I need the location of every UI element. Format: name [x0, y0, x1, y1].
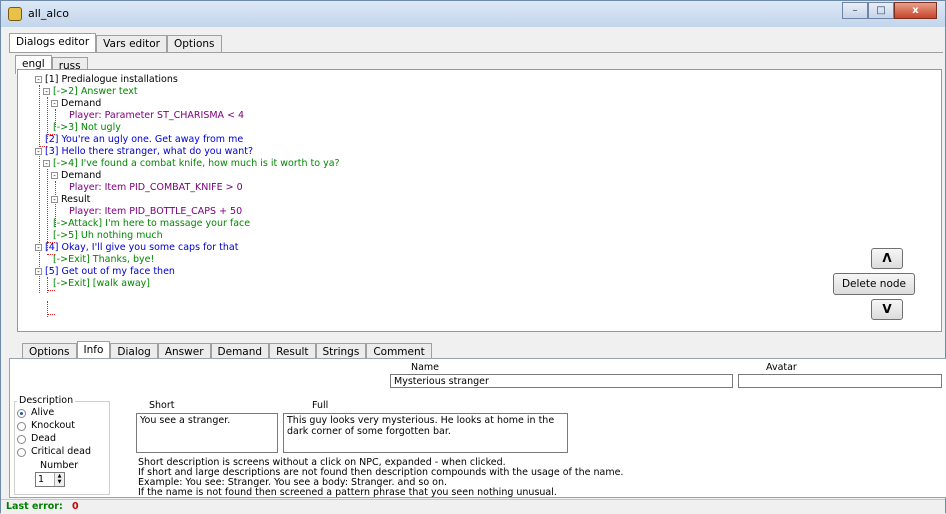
- radio-knockout-label: Knockout: [31, 420, 76, 431]
- tree-node[interactable]: [->Attack] I'm here to massage your face: [53, 218, 250, 230]
- tab-options[interactable]: Options: [166, 35, 222, 52]
- short-description-field[interactable]: You see a stranger.: [136, 413, 278, 453]
- full-description-field[interactable]: This guy looks very mysterious. He looks…: [283, 413, 568, 453]
- tree-node[interactable]: Result: [61, 194, 90, 206]
- radio-alive-label: Alive: [31, 407, 55, 418]
- name-label: Name: [411, 362, 440, 373]
- maximize-button[interactable]: □: [868, 2, 894, 19]
- delete-node-button[interactable]: Delete node: [833, 273, 915, 295]
- avatar-label: Avatar: [766, 362, 797, 373]
- close-button[interactable]: x: [894, 2, 937, 19]
- radio-alive[interactable]: [17, 409, 26, 418]
- short-label: Short: [149, 400, 175, 411]
- tab-dialogs-editor[interactable]: Dialogs editor: [9, 33, 97, 52]
- main-window: all_alco – □ x Dialogs editor Vars edito…: [0, 0, 946, 514]
- tree-expander-icon[interactable]: -: [35, 244, 42, 252]
- move-down-button[interactable]: V: [871, 299, 903, 320]
- tree-expander-icon[interactable]: -: [43, 88, 50, 96]
- radio-critical-dead-label: Critical dead: [31, 446, 91, 457]
- tree-node[interactable]: [4] Okay, I'll give you some caps for th…: [45, 242, 238, 254]
- stepper-arrows-icon[interactable]: ▲ ▼: [54, 473, 64, 486]
- tree-node[interactable]: [3] Hello there stranger, what do you wa…: [45, 146, 253, 158]
- tree-node[interactable]: [->4] I've found a combat knife, how muc…: [53, 158, 340, 170]
- tab-divider: [9, 52, 943, 53]
- number-value: 1: [38, 474, 45, 485]
- number-label: Number: [40, 460, 79, 471]
- tree-expander-icon[interactable]: -: [51, 196, 58, 204]
- description-label: Description: [17, 395, 76, 406]
- last-error-value: 0: [72, 501, 79, 512]
- tree-node[interactable]: [1] Predialogue installations: [45, 74, 178, 86]
- tree-expander-icon[interactable]: -: [35, 268, 42, 276]
- tree-node[interactable]: Player: Item PID_BOTTLE_CAPS + 50: [69, 206, 242, 218]
- tree-node[interactable]: Player: Item PID_COMBAT_KNIFE > 0: [69, 182, 243, 194]
- last-error-label: Last error:: [6, 501, 63, 512]
- name-field[interactable]: Mysterious stranger: [390, 374, 733, 388]
- radio-dead[interactable]: [17, 435, 26, 444]
- tree-node[interactable]: [->5] Uh nothing much: [53, 230, 163, 242]
- tree-expander-icon[interactable]: -: [51, 172, 58, 180]
- info-panel: Name Mysterious stranger Avatar Descript…: [9, 358, 946, 498]
- full-label: Full: [312, 400, 329, 411]
- tree-node[interactable]: Player: Parameter ST_CHARISMA < 4: [69, 110, 244, 122]
- app-icon: [8, 7, 22, 21]
- tree-expander-icon[interactable]: -: [35, 148, 42, 156]
- number-stepper[interactable]: 1 ▲ ▼: [35, 472, 65, 487]
- tree-node[interactable]: [->Exit] Thanks, bye!: [53, 254, 154, 266]
- tree-node[interactable]: [->2] Answer text: [53, 86, 138, 98]
- title-bar[interactable]: all_alco – □ x: [1, 1, 945, 27]
- move-up-button[interactable]: Λ: [871, 248, 903, 269]
- tree-node[interactable]: Demand: [61, 170, 101, 182]
- dialog-tree[interactable]: - [1] Predialogue installations - [->2] Ans…: [17, 69, 942, 332]
- help-line-4: If the name is not found then screened a…: [138, 487, 557, 498]
- tab-vars-editor[interactable]: Vars editor: [96, 35, 167, 52]
- main-tabs: Dialogs editor Vars editor Options: [9, 33, 222, 52]
- tree-node[interactable]: [->Exit] [walk away]: [53, 278, 150, 290]
- tree-node[interactable]: [->3] Not ugly: [53, 122, 121, 134]
- tree-expander-icon[interactable]: -: [35, 76, 42, 84]
- radio-dead-label: Dead: [31, 433, 57, 444]
- tree-node[interactable]: [5] Get out of my face then: [45, 266, 175, 278]
- minimize-button[interactable]: –: [842, 2, 868, 19]
- tree-expander-icon[interactable]: -: [51, 100, 58, 108]
- window-title: all_alco: [28, 7, 69, 20]
- tree-expander-icon[interactable]: -: [43, 160, 50, 168]
- tree-node[interactable]: [2] You're an ugly one. Get away from me: [45, 134, 243, 146]
- radio-critical-dead[interactable]: [17, 448, 26, 457]
- window-controls: – □ x: [842, 2, 937, 19]
- tree-node[interactable]: Demand: [61, 98, 101, 110]
- avatar-field[interactable]: [738, 374, 942, 388]
- radio-knockout[interactable]: [17, 422, 26, 431]
- status-bar: Last error: 0: [1, 499, 945, 514]
